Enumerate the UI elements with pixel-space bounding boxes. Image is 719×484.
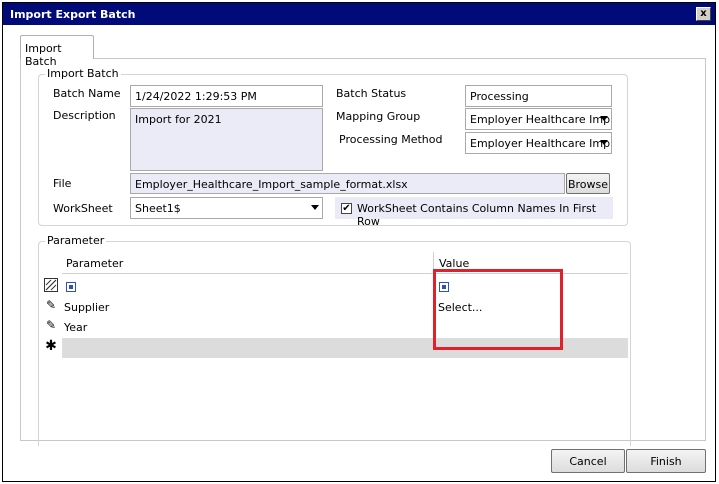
- new-row-icon: ✱: [45, 338, 57, 354]
- column-names-option[interactable]: ✔ WorkSheet Contains Column Names In Fir…: [335, 197, 613, 228]
- tab-import-batch[interactable]: Import Batch: [20, 35, 94, 68]
- tab-panel: Import Batch Batch Name 1/24/2022 1:29:5…: [20, 58, 706, 446]
- file-path-input[interactable]: Employer_Healthcare_Import_sample_format…: [130, 173, 565, 194]
- window-title: Import Export Batch: [10, 8, 136, 21]
- file-label: File: [53, 177, 72, 190]
- mapping-group-value: Employer Healthcare Imp: [470, 113, 611, 126]
- row-supplier-parameter[interactable]: Supplier: [64, 301, 109, 314]
- finish-button[interactable]: Finish: [626, 449, 706, 473]
- mapping-group-select[interactable]: Employer Healthcare Imp: [465, 108, 612, 130]
- filter-row-indicator: [41, 278, 61, 298]
- worksheet-label: WorkSheet: [53, 202, 113, 215]
- import-export-batch-window: Import Export Batch x Import Batch Impor…: [2, 2, 716, 482]
- close-button[interactable]: x: [696, 7, 711, 21]
- cancel-button[interactable]: Cancel: [551, 449, 625, 473]
- parameter-group-title: Parameter: [45, 234, 107, 247]
- import-batch-group: Import Batch Batch Name 1/24/2022 1:29:5…: [38, 67, 628, 228]
- column-names-checkbox[interactable]: ✔: [341, 203, 352, 214]
- window-titlebar: Import Export Batch x: [3, 3, 715, 25]
- browse-button[interactable]: Browse: [566, 173, 610, 194]
- description-label: Description: [53, 109, 116, 122]
- batch-status-label: Batch Status: [336, 87, 407, 100]
- pencil-icon: ✎: [45, 298, 57, 312]
- pencil-icon: ✎: [45, 318, 57, 332]
- worksheet-select[interactable]: Sheet1$: [130, 197, 323, 219]
- column-names-label: WorkSheet Contains Column Names In First…: [357, 202, 597, 228]
- filter-parameter-checkbox[interactable]: [66, 282, 76, 292]
- processing-method-label: Processing Method: [339, 133, 443, 146]
- red-highlight-annotation: [433, 269, 563, 350]
- import-batch-group-title: Import Batch: [45, 67, 121, 80]
- processing-method-select[interactable]: Employer Healthcare Imp: [465, 132, 612, 154]
- chevron-down-icon: [600, 140, 608, 145]
- description-input[interactable]: Import for 2021: [130, 108, 323, 171]
- batch-name-input[interactable]: 1/24/2022 1:29:53 PM: [130, 85, 323, 107]
- processing-method-value: Employer Healthcare Imp: [470, 137, 611, 150]
- column-header-parameter[interactable]: Parameter: [62, 252, 434, 274]
- filter-icon: [44, 278, 58, 292]
- batch-status-input[interactable]: Processing: [465, 85, 612, 107]
- worksheet-value: Sheet1$: [135, 202, 181, 215]
- batch-name-label: Batch Name: [53, 87, 121, 100]
- mapping-group-label: Mapping Group: [336, 110, 421, 123]
- row-year-parameter[interactable]: Year: [64, 321, 87, 334]
- chevron-down-icon: [600, 116, 608, 121]
- chevron-down-icon: [311, 205, 319, 210]
